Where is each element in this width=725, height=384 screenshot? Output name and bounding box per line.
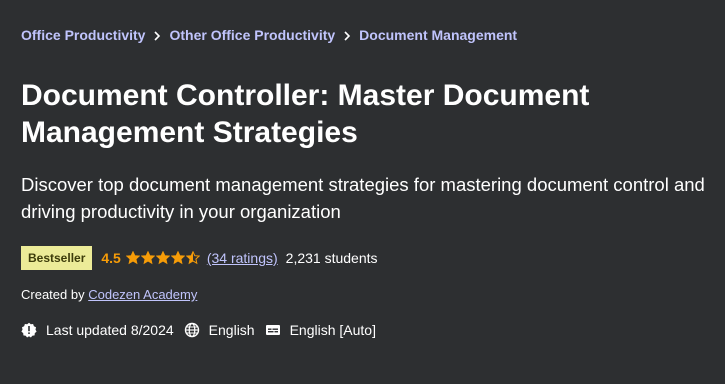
chevron-right-icon xyxy=(335,28,359,42)
star-icon xyxy=(125,251,140,265)
course-title: Document Controller: Master Document Man… xyxy=(21,79,590,149)
language: English xyxy=(184,322,255,338)
creator-link[interactable]: Codezen Academy xyxy=(88,287,197,302)
globe-icon xyxy=(184,322,200,338)
course-subtitle: Discover top document management strateg… xyxy=(21,174,705,222)
last-updated: Last updated 8/2024 xyxy=(21,322,174,338)
star-rating xyxy=(125,251,201,265)
breadcrumb-document-management[interactable]: Document Management xyxy=(359,27,517,43)
star-icon xyxy=(155,251,170,265)
ratings-count-link[interactable]: (34 ratings) xyxy=(207,250,278,266)
breadcrumb: Office Productivity Other Office Product… xyxy=(21,27,517,43)
captions-text: English [Auto] xyxy=(289,322,376,338)
rating-value: 4.5 xyxy=(101,250,121,266)
breadcrumb-office-productivity[interactable]: Office Productivity xyxy=(21,27,145,43)
alert-badge-icon xyxy=(21,322,37,338)
closed-captions-icon xyxy=(265,322,281,338)
star-icon xyxy=(185,251,200,265)
chevron-right-icon xyxy=(145,28,169,42)
breadcrumb-other-office-productivity[interactable]: Other Office Productivity xyxy=(169,27,335,43)
course-meta: Last updated 8/2024 English English [Aut… xyxy=(21,320,386,340)
rating-row: Bestseller 4.5 (34 ratings) 2,231 studen… xyxy=(21,246,378,270)
students-count: 2,231 students xyxy=(285,250,378,266)
star-icon xyxy=(170,251,185,265)
last-updated-text: Last updated 8/2024 xyxy=(46,322,174,338)
bestseller-badge: Bestseller xyxy=(21,246,93,270)
language-text: English xyxy=(208,322,255,338)
star-icon xyxy=(140,251,155,265)
created-by-label: Created by xyxy=(21,287,85,302)
created-by: Created by Codezen Academy xyxy=(21,287,197,302)
captions: English [Auto] xyxy=(265,322,376,338)
